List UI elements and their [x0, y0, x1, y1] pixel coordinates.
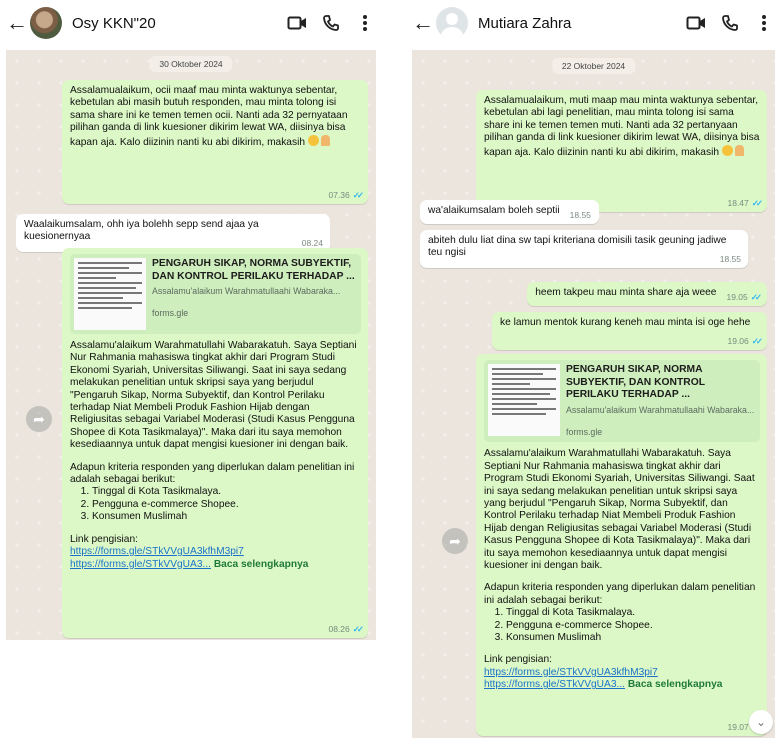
- back-arrow-icon[interactable]: ←: [6, 12, 28, 34]
- message-meta: 18.55: [719, 253, 741, 264]
- message-meta: 18.47 ✓✓: [727, 197, 763, 208]
- outgoing-form-message[interactable]: PENGARUH SIKAP, NORMA SUBYEKTIF, DAN KON…: [62, 248, 368, 638]
- message-text: Assalamualaikum, ocii maaf mau minta wak…: [70, 85, 348, 148]
- criteria-intro-text: Adapun kriteria responden yang diperluka…: [70, 461, 355, 486]
- list-item: Pengguna e-commerce Shopee.: [506, 620, 760, 632]
- link-preview-title: PENGARUH SIKAP, NORMA SUBYEKTIF, DAN KON…: [566, 364, 705, 400]
- read-ticks-icon: ✓✓: [751, 335, 763, 346]
- voice-call-icon[interactable]: [713, 14, 747, 32]
- list-item: Tinggal di Kota Tasikmalaya.: [506, 607, 760, 619]
- incoming-message[interactable]: abiteh dulu liat dina sw tapi kriteriana…: [420, 230, 748, 268]
- message-meta: 19.06 ✓✓: [727, 335, 763, 346]
- message-text: abiteh dulu liat dina sw tapi kriteriana…: [428, 235, 727, 259]
- avatar[interactable]: [436, 7, 468, 39]
- incoming-message[interactable]: wa'alaikumsalam boleh septii 18.55: [420, 200, 599, 224]
- message-meta: 08.26 ✓✓: [328, 623, 364, 634]
- emoji-icon: [721, 144, 733, 156]
- criteria-intro-text: Adapun kriteria responden yang diperluka…: [484, 582, 756, 606]
- back-arrow-icon[interactable]: ←: [412, 12, 434, 34]
- link-label: Link pengisian:: [484, 654, 552, 666]
- message-text: ke lamun mentok kurang keneh mau minta i…: [500, 317, 751, 328]
- voice-call-icon[interactable]: [314, 14, 348, 32]
- link-preview-description: Assalamu'alaikum Warahmatullaahi Wabarak…: [566, 404, 755, 415]
- link-preview-description: Assalamu'alaikum Warahmatullaahi Wabarak…: [152, 286, 341, 296]
- scroll-down-icon[interactable]: ⌄: [749, 710, 773, 734]
- list-item: Konsumen Muslimah: [506, 632, 760, 644]
- message-text: Assalamualaikum, muti maap mau minta wak…: [484, 95, 760, 158]
- link-preview-domain: forms.gle: [566, 426, 603, 437]
- outgoing-message[interactable]: Assalamualaikum, ocii maaf mau minta wak…: [62, 80, 368, 204]
- form-intro-text: Assalamu'alaikum Warahmatullahi Wabaraka…: [70, 340, 357, 451]
- video-call-icon[interactable]: [679, 15, 713, 31]
- message-meta: 18.55: [569, 210, 591, 220]
- link-preview[interactable]: PENGARUH SIKAP, NORMA SUBYEKTIF, DAN KON…: [484, 360, 760, 443]
- date-chip: 30 Oktober 2024: [149, 56, 233, 72]
- contact-name[interactable]: Osy KKN"20: [72, 15, 280, 32]
- list-item: Konsumen Muslimah: [92, 511, 361, 523]
- link-preview-title: PENGARUH SIKAP, NORMA SUBYEKTIF, DAN KON…: [152, 258, 355, 282]
- emoji-icon: [307, 134, 319, 146]
- read-ticks-icon: ✓✓: [352, 189, 364, 200]
- link-preview[interactable]: PENGARUH SIKAP, NORMA SUBYEKTIF, DAN KON…: [70, 254, 361, 334]
- outgoing-message[interactable]: heem takpeu mau minta share aja weee 19.…: [527, 282, 767, 306]
- outgoing-message[interactable]: Assalamualaikum, muti maap mau minta wak…: [476, 90, 767, 212]
- message-meta: 19.05 ✓✓: [726, 292, 762, 302]
- forward-icon[interactable]: ➦: [442, 528, 468, 554]
- forward-icon[interactable]: ➦: [26, 406, 52, 432]
- read-ticks-icon: ✓✓: [750, 292, 762, 302]
- link-preview-thumbnail: [74, 258, 146, 330]
- chat-area[interactable]: 30 Oktober 2024 Assalamualaikum, ocii ma…: [6, 50, 376, 640]
- message-text: heem takpeu mau minta share aja weee: [535, 287, 717, 298]
- form-link-truncated[interactable]: https://forms.gle/STkVVgUA3...: [484, 679, 625, 690]
- read-ticks-icon: ✓✓: [352, 623, 364, 634]
- message-text: Waalaikumsalam, ohh iya bolehh sepp send…: [24, 219, 259, 243]
- praying-hands-icon: [320, 134, 330, 146]
- list-item: Pengguna e-commerce Shopee.: [92, 499, 361, 511]
- form-link[interactable]: https://forms.gle/STkVVgUA3kfhM3pi7: [484, 667, 658, 678]
- link-label: Link pengisian:: [70, 533, 138, 545]
- contact-name[interactable]: Mutiara Zahra: [478, 15, 679, 32]
- read-ticks-icon: ✓✓: [751, 197, 763, 208]
- message-meta: 07.36 ✓✓: [328, 189, 364, 200]
- more-vertical-icon[interactable]: [747, 14, 781, 32]
- link-preview-domain: forms.gle: [152, 308, 189, 319]
- outgoing-message[interactable]: ke lamun mentok kurang keneh mau minta i…: [492, 312, 767, 350]
- avatar[interactable]: [30, 7, 62, 39]
- form-link[interactable]: https://forms.gle/STkVVgUA3kfhM3pi7: [70, 546, 244, 557]
- criteria-list: Tinggal di Kota Tasikmalaya. Pengguna e-…: [506, 607, 760, 644]
- chat-area[interactable]: 22 Oktober 2024 Assalamualaikum, muti ma…: [412, 50, 775, 738]
- read-more-link[interactable]: Baca selengkapnya: [628, 679, 723, 690]
- chat-header: ← Osy KKN"20: [0, 0, 382, 46]
- chat-screen-right: ← Mutiara Zahra 22 Oktober 2024 Assalamu…: [406, 0, 781, 738]
- link-preview-thumbnail: [488, 364, 560, 436]
- list-item: Tinggal di Kota Tasikmalaya.: [92, 486, 361, 498]
- criteria-list: Tinggal di Kota Tasikmalaya. Pengguna e-…: [92, 486, 361, 523]
- chat-header: ← Mutiara Zahra: [406, 0, 781, 46]
- praying-hands-icon: [734, 144, 744, 156]
- form-intro-text: Assalamu'alaikum Warahmatullahi Wabaraka…: [484, 448, 755, 571]
- form-link-truncated[interactable]: https://forms.gle/STkVVgUA3...: [70, 559, 211, 570]
- video-call-icon[interactable]: [280, 15, 314, 31]
- read-more-link[interactable]: Baca selengkapnya: [214, 559, 309, 570]
- message-text: wa'alaikumsalam boleh septii: [428, 205, 560, 216]
- chat-screen-left: ← Osy KKN"20 30 Oktober 2024 Assalamuala…: [0, 0, 382, 738]
- more-vertical-icon[interactable]: [348, 14, 382, 32]
- date-chip: 22 Oktober 2024: [551, 58, 636, 74]
- outgoing-form-message[interactable]: PENGARUH SIKAP, NORMA SUBYEKTIF, DAN KON…: [476, 354, 767, 736]
- incoming-message[interactable]: Waalaikumsalam, ohh iya bolehh sepp send…: [16, 214, 330, 252]
